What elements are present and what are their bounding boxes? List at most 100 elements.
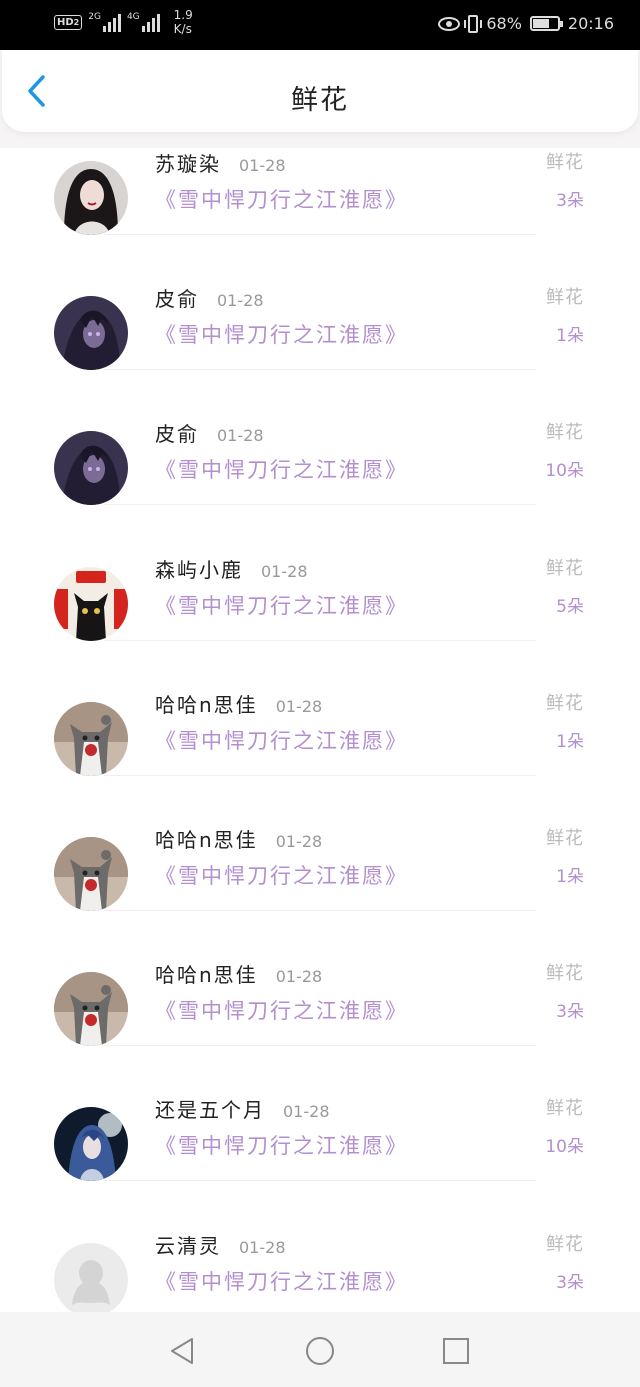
eye-comfort-icon	[438, 16, 461, 31]
user-name: 哈哈n思佳	[155, 692, 258, 717]
battery-icon	[529, 16, 563, 31]
row-divider	[104, 504, 536, 506]
speed-value: 1.9	[173, 8, 193, 22]
list-item[interactable]: 哈哈n思佳 01-28 《雪中悍刀行之江淮愿》 鲜花 1朵	[0, 687, 640, 822]
nav-back-button[interactable]	[168, 1336, 198, 1366]
name-line: 还是五个月 01-28	[155, 1094, 330, 1123]
gift-count: 3朵	[556, 1272, 584, 1293]
list-item[interactable]: 还是五个月 01-28 《雪中悍刀行之江淮愿》 鲜花 10朵	[0, 1092, 640, 1227]
nav-recents-button[interactable]	[441, 1336, 471, 1366]
sim1-label: 2G	[88, 12, 101, 22]
nav-home-button[interactable]	[305, 1336, 335, 1366]
gift-date: 01-28	[217, 291, 264, 311]
book-title: 《雪中悍刀行之江淮愿》	[155, 1269, 408, 1294]
clock: 20:16	[567, 14, 614, 33]
name-line: 哈哈n思佳 01-28	[155, 824, 322, 853]
hd-sub: 2	[73, 17, 80, 27]
gift-count: 3朵	[556, 191, 584, 211]
system-navbar	[0, 1312, 640, 1387]
book-title: 《雪中悍刀行之江淮愿》	[155, 1134, 408, 1159]
gift-count: 1朵	[556, 731, 584, 752]
gift-type: 鲜花	[546, 557, 584, 579]
gift-count: 3朵	[556, 1002, 584, 1023]
user-name: 哈哈n思佳	[155, 963, 258, 988]
gift-type: 鲜花	[546, 422, 584, 444]
list-item[interactable]: 皮俞 01-28 《雪中悍刀行之江淮愿》 鲜花 1朵	[0, 281, 640, 416]
gift-date: 01-28	[275, 967, 323, 987]
sim2-label: 4G	[126, 12, 140, 22]
signal-sim2-icon: 4G	[127, 12, 160, 32]
gift-list[interactable]: 苏璇染 01-28 《雪中悍刀行之江淮愿》 鲜花 3朵 皮俞 01-28 《雪中悍刀行之江淮愿…	[0, 148, 640, 1312]
battery-percent: 68%	[486, 14, 522, 33]
avatar[interactable]	[54, 296, 128, 371]
row-divider	[104, 774, 536, 776]
gift-date: 01-28	[239, 1237, 286, 1257]
gift-type: 鲜花	[546, 152, 584, 173]
row-divider	[104, 234, 536, 235]
vibrate-icon	[464, 14, 483, 33]
gift-type: 鲜花	[546, 692, 584, 714]
name-line: 皮俞 01-28	[155, 418, 264, 447]
list-item[interactable]: 哈哈n思佳 01-28 《雪中悍刀行之江淮愿》 鲜花 3朵	[0, 957, 640, 1092]
circle-home-icon	[306, 1337, 334, 1365]
row-divider	[104, 910, 536, 911]
name-line: 苏璇染 01-28	[155, 148, 286, 177]
avatar[interactable]	[54, 1107, 128, 1182]
network-speed: 1.9 K/s	[174, 8, 193, 36]
gift-date: 01-28	[217, 426, 264, 446]
gift-date: 01-28	[239, 156, 286, 175]
avatar[interactable]	[54, 972, 128, 1047]
user-name: 苏璇染	[155, 152, 221, 176]
avatar[interactable]	[54, 566, 128, 641]
status-bar: HD2 2G 4G 1.9 K/s 68% 20:16	[0, 0, 640, 50]
book-title: 《雪中悍刀行之江淮愿》	[155, 188, 408, 212]
gift-type: 鲜花	[546, 1098, 584, 1120]
list-item[interactable]: 哈哈n思佳 01-28 《雪中悍刀行之江淮愿》 鲜花 1朵	[0, 822, 640, 957]
gift-type: 鲜花	[546, 963, 584, 985]
gift-type: 鲜花	[546, 1233, 584, 1255]
list-item[interactable]: 森屿小鹿 01-28 《雪中悍刀行之江淮愿》 鲜花 5朵	[0, 552, 640, 687]
list-item[interactable]: 苏璇染 01-28 《雪中悍刀行之江淮愿》 鲜花 3朵	[0, 148, 640, 281]
page-title: 鲜花	[291, 85, 349, 116]
avatar[interactable]	[54, 1242, 128, 1312]
user-name: 云清灵	[155, 1233, 221, 1258]
avatar[interactable]	[54, 161, 128, 235]
book-title: 《雪中悍刀行之江淮愿》	[155, 323, 408, 348]
square-recents-icon	[443, 1338, 469, 1364]
gift-count: 1朵	[556, 867, 584, 887]
name-line: 哈哈n思佳 01-28	[155, 689, 322, 718]
gift-type: 鲜花	[546, 287, 584, 309]
avatar[interactable]	[54, 701, 128, 776]
status-right: 68% 20:16	[438, 14, 614, 33]
name-line: 云清灵 01-28	[155, 1230, 286, 1259]
signal-sim1-icon: 2G	[88, 12, 121, 32]
gift-count: 1朵	[556, 326, 584, 347]
user-name: 森屿小鹿	[155, 557, 243, 582]
avatar[interactable]	[54, 837, 128, 911]
user-name: 哈哈n思佳	[155, 828, 258, 852]
gift-date: 01-28	[283, 1102, 330, 1122]
triangle-back-icon	[171, 1338, 193, 1364]
gift-count: 10朵	[545, 1137, 584, 1158]
hd-voice-icon: HD2	[54, 14, 83, 30]
gift-count: 5朵	[556, 596, 584, 617]
row-divider	[104, 1180, 536, 1182]
list-item[interactable]: 皮俞 01-28 《雪中悍刀行之江淮愿》 鲜花 10朵	[0, 416, 640, 551]
row-divider	[104, 1045, 536, 1047]
hd-label: HD	[57, 16, 74, 28]
book-title: 《雪中悍刀行之江淮愿》	[155, 593, 408, 618]
name-line: 皮俞 01-28	[155, 283, 264, 312]
user-name: 还是五个月	[155, 1098, 265, 1123]
name-line: 森屿小鹿 01-28	[155, 554, 308, 583]
header-card: 鲜花	[2, 50, 638, 132]
book-title: 《雪中悍刀行之江淮愿》	[155, 999, 408, 1024]
gift-type: 鲜花	[546, 828, 584, 849]
list-item[interactable]: 云清灵 01-28 《雪中悍刀行之江淮愿》 鲜花 3朵	[0, 1228, 640, 1312]
gift-date: 01-28	[275, 696, 323, 716]
row-divider	[104, 639, 536, 641]
name-line: 哈哈n思佳 01-28	[155, 959, 322, 988]
book-title: 《雪中悍刀行之江淮愿》	[155, 458, 408, 483]
gift-count: 10朵	[545, 461, 584, 482]
avatar[interactable]	[54, 431, 128, 506]
speed-unit: K/s	[173, 22, 192, 36]
